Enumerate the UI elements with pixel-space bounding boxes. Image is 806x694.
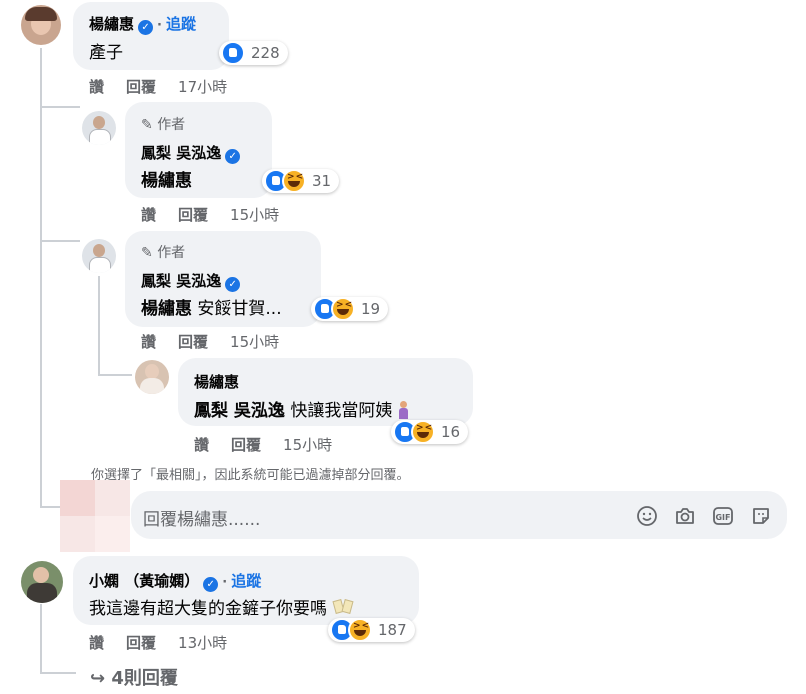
comment-text: 產子 bbox=[89, 43, 123, 63]
author-name[interactable]: 鳳梨 吳泓逸 bbox=[141, 272, 221, 290]
avatar[interactable] bbox=[21, 561, 63, 603]
comment-text: 鳳梨 吳泓逸 快讓我當阿姨 bbox=[194, 396, 408, 421]
like-button[interactable]: 讚 bbox=[194, 436, 209, 454]
timestamp[interactable]: 17小時 bbox=[178, 78, 227, 96]
svg-text:GIF: GIF bbox=[715, 513, 730, 522]
camera-icon[interactable] bbox=[674, 505, 696, 527]
reply-placeholder: 回覆楊繡惠...... bbox=[143, 510, 261, 530]
comment-body: 快讓我當阿姨 bbox=[290, 401, 393, 421]
verified-icon: ✓ bbox=[225, 277, 241, 292]
pencil-icon: ✎ bbox=[141, 245, 153, 261]
comment-actions: 讚 回覆 15小時 bbox=[194, 434, 354, 455]
comment-author-line: 小嫻 （黃瑜嫻） ✓ · 追蹤 bbox=[89, 570, 261, 592]
comment-author-line: 楊繡惠 ✓ · 追蹤 bbox=[89, 13, 196, 35]
author-badge-label: 作者 bbox=[157, 245, 186, 261]
mention-link[interactable]: 楊繡惠 bbox=[141, 299, 192, 319]
pencil-icon: ✎ bbox=[141, 117, 153, 133]
reaction-count: 228 bbox=[251, 44, 280, 62]
author-name[interactable]: 鳳梨 吳泓逸 bbox=[141, 144, 221, 162]
verified-icon: ✓ bbox=[138, 20, 154, 35]
comment-body: 我這邊有超大隻的金鏟子你要嗎 bbox=[89, 599, 327, 619]
comment-actions: 讚 回覆 15小時 bbox=[141, 331, 301, 352]
author-name[interactable]: 楊繡惠 bbox=[89, 15, 134, 33]
comment-text: 楊繡惠 安餒甘賀... bbox=[141, 294, 282, 319]
timestamp[interactable]: 15小時 bbox=[283, 436, 332, 454]
like-button[interactable]: 讚 bbox=[141, 206, 156, 224]
sticker-icon[interactable] bbox=[750, 505, 772, 527]
verified-icon: ✓ bbox=[203, 577, 219, 592]
author-name[interactable]: 楊繡惠 bbox=[194, 373, 239, 391]
woman-emoji-icon bbox=[398, 401, 408, 419]
follow-link[interactable]: 追蹤 bbox=[166, 15, 196, 33]
comment-actions: 讚 回覆 17小時 bbox=[89, 76, 249, 97]
thread-line bbox=[98, 374, 132, 376]
more-replies-label: 4則回覆 bbox=[111, 668, 178, 689]
comment-text: 楊繡惠 bbox=[141, 166, 192, 191]
avatar[interactable] bbox=[82, 111, 116, 145]
comment-actions: 讚 回覆 13小時 bbox=[89, 632, 249, 653]
haha-reaction-icon bbox=[411, 420, 435, 444]
author-badge-label: 作者 bbox=[157, 117, 186, 133]
reply-button[interactable]: 回覆 bbox=[126, 634, 156, 652]
comment-author-line: 楊繡惠 bbox=[194, 371, 239, 392]
reply-arrow-icon: ↪ bbox=[90, 668, 106, 689]
haha-reaction-icon bbox=[282, 169, 306, 193]
separator-dot: · bbox=[222, 575, 228, 590]
separator-dot: · bbox=[157, 18, 162, 33]
clinking-glasses-emoji-icon bbox=[332, 599, 354, 617]
filter-notice: 你選擇了「最相關」，因此系統可能已過濾掉部分回覆。 bbox=[91, 468, 410, 483]
thread-line bbox=[40, 672, 76, 674]
reaction-count: 16 bbox=[441, 423, 461, 441]
avatar[interactable] bbox=[135, 360, 169, 394]
view-more-replies-button[interactable]: ↪ 4則回覆 bbox=[90, 664, 178, 690]
reaction-count: 187 bbox=[378, 621, 407, 639]
thread-line bbox=[98, 276, 100, 376]
reaction-summary[interactable]: 19 bbox=[311, 297, 389, 321]
thread-line bbox=[40, 506, 60, 508]
mention-link[interactable]: 楊繡惠 bbox=[141, 171, 192, 191]
comment-author-line: 鳳梨 吳泓逸 ✓ bbox=[141, 270, 241, 292]
reaction-summary[interactable]: 16 bbox=[391, 420, 469, 444]
mention-link[interactable]: 鳳梨 吳泓逸 bbox=[194, 401, 285, 421]
reply-button[interactable]: 回覆 bbox=[178, 333, 208, 351]
author-name[interactable]: 小嫻 （黃瑜嫻） bbox=[89, 572, 199, 590]
thread-line bbox=[40, 48, 42, 508]
comment-actions: 讚 回覆 15小時 bbox=[141, 204, 301, 225]
comment-body: 安餒甘賀... bbox=[197, 299, 282, 319]
haha-reaction-icon bbox=[331, 297, 355, 321]
author-badge: ✎ 作者 bbox=[141, 114, 185, 134]
comment-author-line: 鳳梨 吳泓逸 ✓ bbox=[141, 142, 241, 164]
thread-line bbox=[40, 240, 80, 242]
thread-line bbox=[40, 604, 42, 674]
author-badge: ✎ 作者 bbox=[141, 242, 185, 262]
comment-text: 我這邊有超大隻的金鏟子你要嗎 bbox=[89, 594, 354, 619]
reaction-count: 31 bbox=[312, 172, 332, 190]
like-button[interactable]: 讚 bbox=[89, 634, 104, 652]
gif-icon[interactable]: GIF bbox=[712, 505, 734, 527]
thread-line bbox=[40, 106, 80, 108]
reaction-count: 19 bbox=[361, 300, 381, 318]
like-reaction-icon bbox=[221, 41, 245, 65]
avatar[interactable] bbox=[21, 5, 61, 45]
timestamp[interactable]: 13小時 bbox=[178, 634, 227, 652]
reply-button[interactable]: 回覆 bbox=[178, 206, 208, 224]
avatar[interactable] bbox=[82, 239, 116, 273]
emoji-icon[interactable] bbox=[636, 505, 658, 527]
reaction-summary[interactable]: 228 bbox=[219, 41, 288, 65]
verified-icon: ✓ bbox=[225, 149, 241, 164]
like-button[interactable]: 讚 bbox=[89, 78, 104, 96]
reply-button[interactable]: 回覆 bbox=[126, 78, 156, 96]
timestamp[interactable]: 15小時 bbox=[230, 206, 279, 224]
reaction-summary[interactable]: 31 bbox=[262, 169, 340, 193]
like-button[interactable]: 讚 bbox=[141, 333, 156, 351]
haha-reaction-icon bbox=[348, 618, 372, 642]
current-user-avatar bbox=[60, 480, 130, 552]
timestamp[interactable]: 15小時 bbox=[230, 333, 279, 351]
reply-button[interactable]: 回覆 bbox=[231, 436, 261, 454]
follow-link[interactable]: 追蹤 bbox=[231, 572, 261, 590]
reaction-summary[interactable]: 187 bbox=[328, 618, 415, 642]
